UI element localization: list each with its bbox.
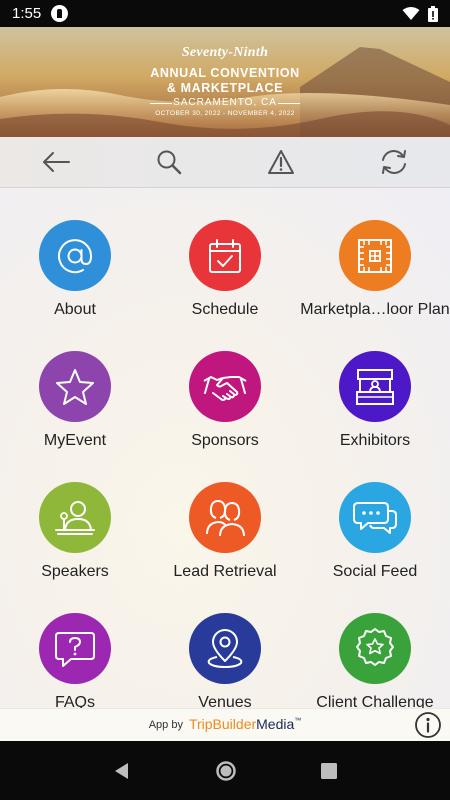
tile-sponsors-label: Sponsors: [191, 432, 259, 450]
tile-exhibitors-label: Exhibitors: [339, 432, 411, 450]
footer-brand-part1: TripBuilder: [188, 716, 257, 732]
banner-title-line1: ANNUAL CONVENTION: [150, 66, 300, 80]
tile-schedule-label: Schedule: [191, 301, 259, 319]
handshake-icon: [203, 375, 247, 401]
tile-myevent[interactable]: MyEvent: [0, 319, 150, 450]
tile-speakers-label: Speakers: [41, 563, 109, 581]
warning-icon: [268, 150, 295, 174]
tile-floor-plan-label: Marketpla…loor Plan: [300, 301, 450, 319]
floor-plan-icon: [358, 238, 392, 273]
tile-myevent-label: MyEvent: [43, 432, 107, 450]
tile-venues-label: Venues: [198, 694, 252, 708]
speaker-icon: [55, 500, 95, 535]
menu-grid: About Schedule Marketpla…loor Plan MyEve…: [0, 188, 450, 708]
footer: App by TripBuilderMedia™: [0, 708, 450, 741]
wifi-icon: [402, 6, 420, 20]
tile-faqs-label: FAQs: [54, 694, 95, 708]
refresh-icon: [381, 150, 406, 174]
at-icon: [58, 238, 93, 273]
footer-prefix: App by: [148, 719, 183, 731]
app-notification-icon: [51, 5, 69, 22]
tile-sponsors-badge: [189, 351, 261, 423]
tile-social-feed[interactable]: Social Feed: [300, 450, 450, 581]
status-time: 1:55: [12, 5, 42, 22]
alerts-button[interactable]: [251, 140, 311, 184]
tile-client-challenge-label: Client Challenge: [316, 694, 434, 708]
tile-floor-plan[interactable]: Marketpla…loor Plan: [300, 188, 450, 319]
tile-exhibitors[interactable]: Exhibitors: [300, 319, 450, 450]
nav-home-icon[interactable]: [215, 760, 237, 782]
tile-speakers[interactable]: Speakers: [0, 450, 150, 581]
award-icon: [356, 627, 394, 666]
status-bar: 1:55: [0, 0, 450, 27]
tile-lead-retrieval-badge: [189, 482, 261, 554]
people-icon: [206, 499, 245, 536]
tile-about[interactable]: About: [0, 188, 150, 319]
tile-about-label: About: [54, 301, 96, 319]
tile-venues[interactable]: Venues: [150, 581, 300, 708]
footer-trademark: ™: [294, 717, 302, 725]
event-banner: Seventy-Ninth ANNUAL CONVENTION & MARKET…: [0, 27, 450, 137]
chat-icon: [353, 501, 397, 534]
tile-floor-plan-badge: [339, 220, 411, 292]
footer-brand-part2: Media: [256, 716, 295, 732]
tile-schedule[interactable]: Schedule: [150, 188, 300, 319]
tile-client-challenge[interactable]: Client Challenge: [300, 581, 450, 708]
sync-button[interactable]: [364, 140, 424, 184]
banner-title-line2: & MARKETPLACE: [166, 81, 284, 95]
tile-faqs-badge: [39, 613, 111, 685]
star-icon: [56, 368, 94, 405]
arrow-left-icon: [43, 152, 71, 172]
tile-about-badge: [39, 220, 111, 292]
tile-schedule-badge: [189, 220, 261, 292]
nav-recents-icon[interactable]: [320, 762, 338, 780]
tile-myevent-badge: [39, 351, 111, 423]
tile-faqs[interactable]: FAQs: [0, 581, 150, 708]
status-icons: [402, 5, 438, 22]
tile-speakers-badge: [39, 482, 111, 554]
tile-sponsors[interactable]: Sponsors: [150, 319, 300, 450]
banner-title-ordinal: Seventy-Ninth: [181, 45, 269, 60]
search-button[interactable]: [139, 140, 199, 184]
battery-icon: [428, 5, 438, 22]
tripbuilder-logo[interactable]: TripBuilderMedia™: [189, 716, 301, 734]
tile-client-challenge-badge: [339, 613, 411, 685]
tile-exhibitors-badge: [339, 351, 411, 423]
tile-venues-badge: [189, 613, 261, 685]
booth-icon: [356, 368, 394, 405]
toolbar: [0, 137, 450, 188]
nav-back-icon[interactable]: [112, 761, 132, 781]
map-pin-icon: [207, 628, 243, 668]
search-icon: [157, 150, 181, 175]
banner-rule-right: [278, 103, 300, 104]
back-button[interactable]: [26, 140, 86, 184]
banner-location: SACRAMENTO, CA: [173, 97, 277, 108]
system-nav-bar: [0, 741, 450, 800]
tile-social-feed-badge: [339, 482, 411, 554]
tile-lead-retrieval-label: Lead Retrieval: [173, 563, 277, 581]
question-icon: [55, 631, 95, 667]
info-icon[interactable]: [414, 711, 442, 739]
banner-dates: OCTOBER 30, 2022 - NOVEMBER 4, 2022: [155, 110, 295, 117]
tile-social-feed-label: Social Feed: [332, 563, 418, 581]
calendar-icon: [209, 238, 241, 273]
tile-lead-retrieval[interactable]: Lead Retrieval: [150, 450, 300, 581]
